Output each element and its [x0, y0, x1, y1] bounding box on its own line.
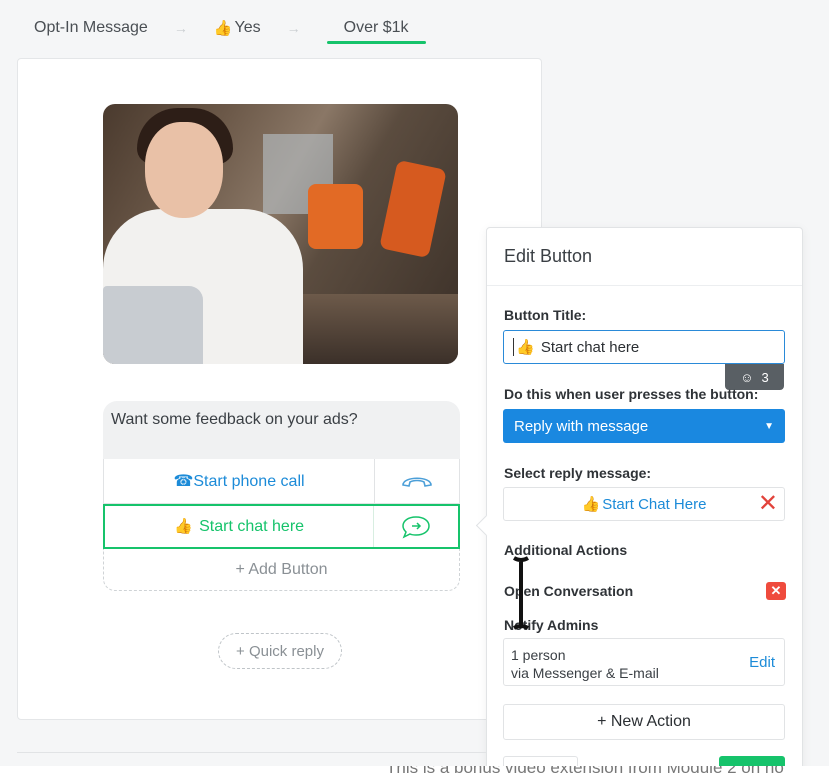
notify-admins-heading: Notify Admins [504, 617, 599, 633]
breadcrumb-item-yes[interactable]: 👍 Yes [214, 19, 261, 37]
button-start-phone-call[interactable]: ☎Start phone call [103, 459, 460, 504]
add-button[interactable]: + Add Button [103, 549, 460, 591]
caret-down-icon: ▼ [764, 420, 774, 432]
emoji-picker-icon[interactable]: ☺ [740, 370, 753, 385]
phone-emoji-icon: ☎ [173, 473, 194, 490]
message-image[interactable] [103, 104, 458, 364]
reply-label: Select reply message: [504, 465, 652, 481]
action-label: Do this when user presses the button: [504, 386, 759, 402]
breadcrumb-item-yes-label: Yes [234, 19, 261, 36]
panel-title: Edit Button [487, 228, 802, 286]
button-label: Start chat here [199, 518, 305, 535]
edit-button-panel: Edit Button Button Title: 👍 Start chat h… [486, 227, 803, 776]
notify-admins-box: 1 person via Messenger & E-mail Edit [503, 638, 785, 686]
button-label: Start phone call [193, 473, 305, 490]
char-count: 3 [761, 369, 769, 385]
open-conversation-row: Open Conversation ✕ [504, 582, 786, 600]
message-bubble: Want some feedback on your ads? ☎Start p… [103, 401, 460, 591]
caption-bar: This is a bonus video extension from Mod… [0, 766, 829, 776]
divider [17, 752, 487, 753]
button-start-chat-here[interactable]: 👍 Start chat here [103, 504, 460, 549]
button-title-input[interactable]: 👍 Start chat here [503, 330, 785, 364]
breadcrumb: Opt-In Message → 👍 Yes → Over $1k [34, 14, 426, 44]
breadcrumb-item-over-1k[interactable]: Over $1k [326, 19, 426, 44]
reply-message-select[interactable]: 👍 Start Chat Here ✕ [503, 487, 785, 521]
thumbs-up-icon: 👍 [581, 496, 601, 513]
message-card: Want some feedback on your ads? ☎Start p… [17, 58, 542, 720]
text-cursor-icon [513, 556, 529, 630]
admins-count: 1 person [511, 647, 566, 663]
action-select-value: Reply with message [514, 417, 649, 435]
arrow-right-icon: → [173, 20, 188, 36]
reply-message-value: Start Chat Here [602, 495, 707, 513]
breadcrumb-item-opt-in[interactable]: Opt-In Message [34, 19, 148, 37]
action-select[interactable]: Reply with message ▼ [503, 409, 785, 443]
button-title-value: Start chat here [540, 338, 640, 356]
arrow-right-icon: → [286, 20, 301, 36]
thumbs-up-icon: 👍 [516, 339, 535, 356]
message-text[interactable]: Want some feedback on your ads? [103, 401, 460, 459]
quick-reply-button[interactable]: + Quick reply [218, 633, 342, 669]
thumbs-up-icon: 👍 [213, 20, 233, 37]
new-action-button[interactable]: + New Action [503, 704, 785, 740]
admins-channel: via Messenger & E-mail [511, 665, 659, 681]
thumbs-up-icon: 👍 [173, 518, 193, 535]
button-title-label: Button Title: [504, 307, 587, 323]
chat-icon [373, 506, 458, 547]
remove-action-icon[interactable]: ✕ [766, 582, 786, 600]
video-caption: This is a bonus video extension from Mod… [386, 766, 784, 776]
remove-reply-icon[interactable]: ✕ [758, 492, 778, 516]
phone-icon [374, 459, 459, 503]
edit-admins-link[interactable]: Edit [749, 654, 775, 672]
additional-actions-heading: Additional Actions [504, 542, 628, 558]
